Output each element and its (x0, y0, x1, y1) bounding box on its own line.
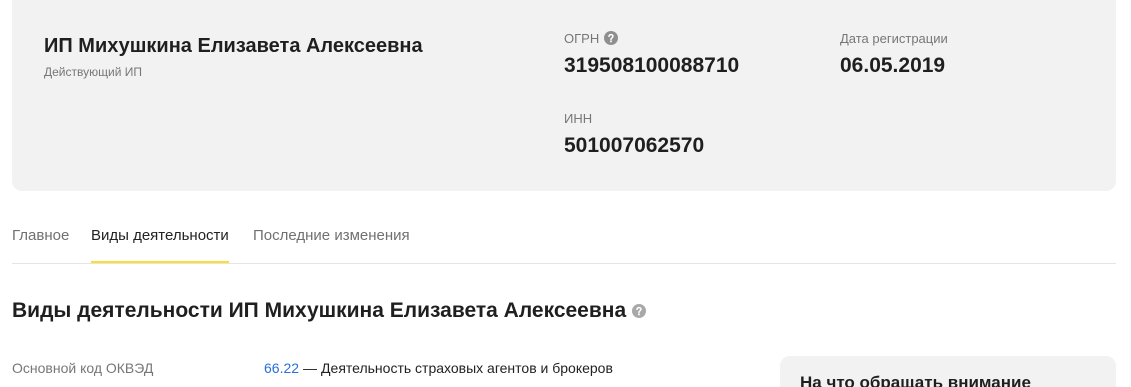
tab-recent-changes[interactable]: Последние изменения (253, 219, 410, 263)
company-name: ИП Михушкина Елизавета Алексеевна (44, 35, 423, 57)
company-info-card: ИП Михушкина Елизавета Алексеевна Действ… (12, 0, 1116, 191)
company-status: Действующий ИП (44, 65, 142, 79)
okved-separator: — (303, 360, 318, 376)
activities-heading: Виды деятельности ИП Михушкина Елизавета… (12, 298, 647, 324)
tab-activities[interactable]: Виды деятельности (91, 219, 229, 263)
ogrn-label-row: ОГРН (564, 31, 739, 47)
inn-block: ИНН 501007062570 (564, 111, 704, 159)
ogrn-block: ОГРН 319508100088710 (564, 31, 739, 79)
ogrn-label: ОГРН (564, 31, 600, 46)
ogrn-value: 319508100088710 (564, 54, 740, 77)
main-okved-value: 66.22— Деятельность страховых агентов и б… (264, 360, 613, 376)
registration-date-label: Дата регистрации (840, 31, 948, 46)
question-circle-icon[interactable] (632, 304, 647, 318)
registration-date-block: Дата регистрации 06.05.2019 (840, 31, 948, 79)
tab-bar: Главное Виды деятельности Последние изме… (12, 219, 1116, 264)
inn-value: 501007062570 (564, 134, 705, 157)
main-okved-label: Основной код ОКВЭД (12, 360, 154, 376)
okved-code-link[interactable]: 66.22 (264, 360, 299, 376)
activities-heading-text: Виды деятельности ИП Михушкина Елизавета… (12, 299, 627, 322)
question-circle-icon[interactable] (604, 31, 619, 45)
okved-description: Деятельность страховых агентов и брокеро… (321, 360, 613, 376)
inn-label: ИНН (564, 111, 593, 126)
attention-panel-title: На что обращать внимание (800, 373, 1031, 387)
tab-main[interactable]: Главное (12, 219, 69, 263)
attention-panel: На что обращать внимание (780, 356, 1116, 387)
registration-date-value: 06.05.2019 (840, 54, 946, 77)
